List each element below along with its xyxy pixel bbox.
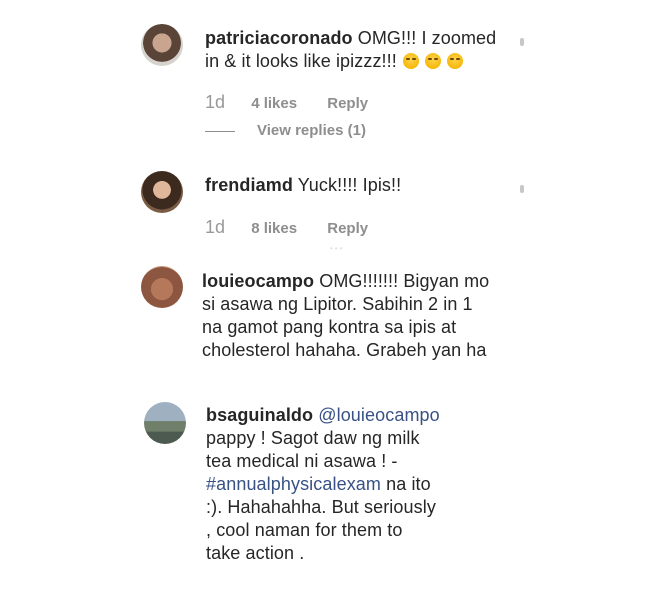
- crying-face-icon: [446, 53, 463, 69]
- view-replies-label: View replies (1): [257, 122, 366, 139]
- view-replies-divider: [205, 130, 235, 132]
- comment-text-line3: tea medical ni asawa ! -: [206, 451, 398, 471]
- comment-text-line4: cholesterol hahaha. Grabeh yan ha: [202, 340, 487, 360]
- comment-text-line6: , cool naman for them to: [206, 520, 403, 540]
- comment-text-line3: na gamot pang kontra sa ipis at: [202, 317, 457, 337]
- comment-text-line7: take action .: [206, 543, 305, 563]
- comment-text-line2: in & it looks like ipizzz!!!: [205, 51, 397, 71]
- likes-count[interactable]: 4 likes: [251, 95, 297, 112]
- reply-button[interactable]: Reply: [327, 220, 368, 237]
- comment-meta: 1d 4 likes Reply: [205, 92, 368, 113]
- like-heart-icon[interactable]: [520, 38, 524, 46]
- crying-face-icon: [402, 53, 419, 69]
- avatar[interactable]: [141, 24, 183, 66]
- like-heart-icon[interactable]: [520, 185, 524, 193]
- comment-text-line5: :). Hahahahha. But seriously: [206, 497, 436, 517]
- comment-text: OMG!!! I zoomed: [352, 28, 497, 48]
- mention-link[interactable]: @louieocampo: [318, 405, 440, 425]
- username[interactable]: frendiamd: [205, 175, 293, 195]
- crying-face-icon: [424, 53, 441, 69]
- username[interactable]: louieocampo: [202, 271, 314, 291]
- divider-dots: •••: [330, 244, 345, 253]
- username[interactable]: patriciacoronado: [205, 28, 353, 48]
- comment-text-line1: OMG!!!!!!! Bigyan mo: [314, 271, 490, 291]
- timestamp: 1d: [205, 92, 226, 112]
- comment-text-line2: pappy ! Sagot daw ng milk: [206, 428, 420, 448]
- comment-text: Yuck!!!! Ipis!!: [292, 175, 402, 195]
- comment-text-line4-tail: na ito: [381, 474, 431, 494]
- avatar[interactable]: [141, 171, 183, 213]
- comment-meta: 1d 8 likes Reply: [205, 217, 368, 238]
- username[interactable]: bsaguinaldo: [206, 405, 313, 425]
- avatar[interactable]: [141, 266, 183, 308]
- hashtag-link[interactable]: #annualphysicalexam: [206, 474, 381, 494]
- reply-button[interactable]: Reply: [327, 95, 368, 112]
- timestamp: 1d: [205, 217, 226, 237]
- likes-count[interactable]: 8 likes: [251, 220, 297, 237]
- avatar[interactable]: [144, 402, 186, 444]
- view-replies-button[interactable]: View replies (1): [205, 122, 366, 139]
- comment-text-line2: si asawa ng Lipitor. Sabihin 2 in 1: [202, 294, 473, 314]
